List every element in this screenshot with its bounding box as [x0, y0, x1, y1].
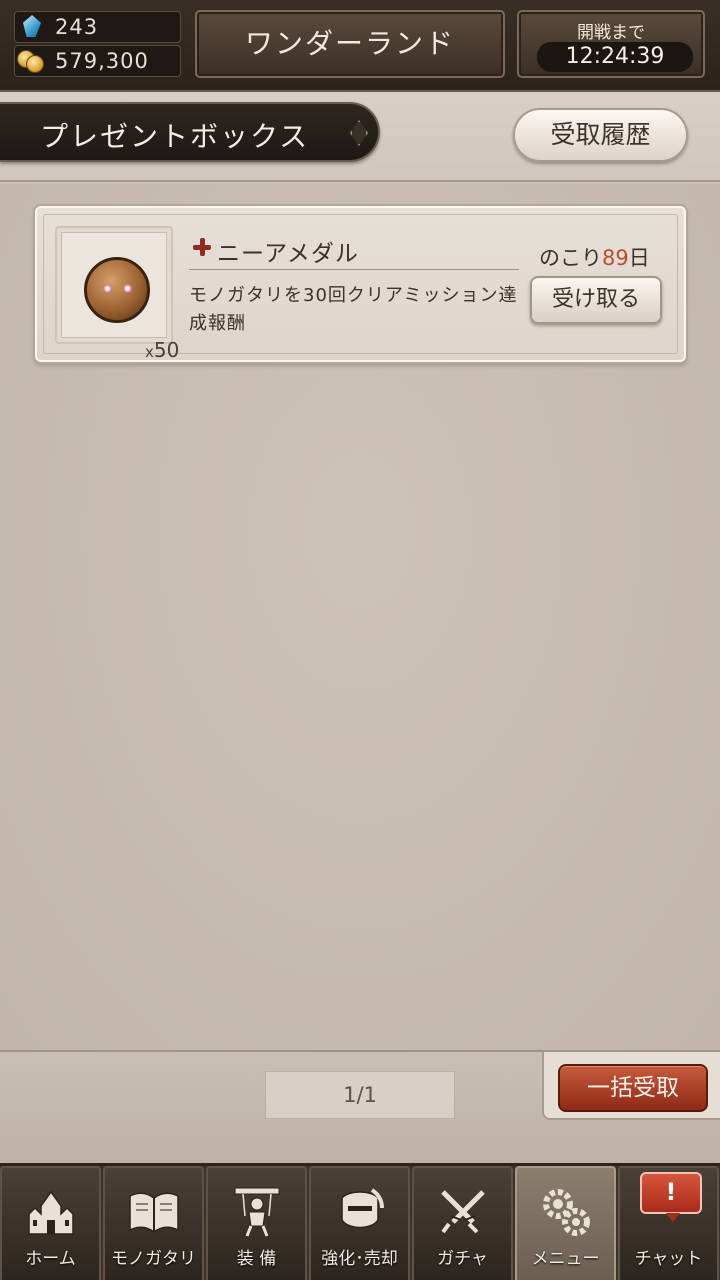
top-status-bar: 243 579,300 ワンダーランド 開戦まで 12:24:39	[0, 0, 720, 92]
nav-equipment[interactable]: 装 備	[206, 1166, 307, 1280]
crossed-swords-icon	[440, 1190, 485, 1234]
gift-item: x50 ニーアメダル モノガタリを30回クリアミッション達成報酬 のこり89日 …	[35, 206, 686, 362]
page-title: プレゼントボックス	[40, 120, 310, 153]
page-title-plate: プレゼントボックス	[0, 102, 380, 162]
title-bar: プレゼントボックス 受取履歴	[0, 92, 720, 182]
pagination-bar: 1/1 一括受取	[0, 1050, 720, 1163]
coin-icon	[17, 50, 47, 74]
knight-helmet-icon	[340, 1188, 384, 1229]
item-description: モノガタリを30回クリアミッション達成報酬	[189, 285, 518, 334]
nav-gacha-label: ガチャ	[437, 1249, 488, 1269]
nav-home[interactable]: ホーム	[0, 1166, 101, 1280]
gift-list: x50 ニーアメダル モノガタリを30回クリアミッション達成報酬 のこり89日 …	[0, 184, 720, 1050]
bulk-receive-container: 一括受取	[542, 1052, 720, 1120]
castle-icon	[27, 1190, 74, 1235]
gem-count: 243	[55, 15, 99, 39]
world-button[interactable]: ワンダーランド	[195, 10, 505, 78]
nav-menu[interactable]: メニュー	[515, 1166, 616, 1280]
nav-equipment-label: 装 備	[236, 1249, 277, 1269]
nav-chat[interactable]: ! チャット	[618, 1166, 719, 1280]
nav-story[interactable]: モノガタリ	[103, 1166, 204, 1280]
nav-menu-label: メニュー	[531, 1249, 600, 1269]
nav-enhance-sell-label: 強化･売却	[321, 1249, 398, 1269]
medal-eye-right	[123, 284, 132, 293]
item-name-row: ニーアメダル	[189, 234, 519, 270]
book-icon	[128, 1192, 179, 1233]
gem-icon	[23, 15, 41, 37]
battle-countdown-label: 開戦まで	[577, 23, 645, 43]
medal-eye-left	[103, 284, 112, 293]
item-icon-frame: x50	[55, 226, 179, 362]
receive-history-button[interactable]: 受取履歴	[513, 108, 688, 162]
rarity-cross-icon	[193, 238, 211, 256]
nav-home-label: ホーム	[25, 1249, 76, 1269]
diamond-ornament-icon	[350, 120, 368, 146]
remaining-days-value: 89	[602, 246, 629, 270]
nav-enhance-sell[interactable]: 強化･売却	[309, 1166, 410, 1280]
nav-gacha[interactable]: ガチャ	[412, 1166, 513, 1280]
page-indicator: 1/1	[265, 1071, 455, 1119]
coin-count: 579,300	[55, 49, 149, 73]
nier-medal-icon	[84, 257, 150, 323]
bulk-receive-button[interactable]: 一括受取	[558, 1064, 708, 1112]
battle-countdown-timer: 12:24:39	[537, 42, 693, 72]
item-quantity: x50	[145, 338, 180, 362]
receive-button[interactable]: 受け取る	[530, 276, 662, 324]
chat-alert-icon: !	[640, 1172, 702, 1222]
gears-icon	[542, 1189, 590, 1236]
bottom-nav: ホーム モノガタリ 装 備 強化･売却 ガチャ メニュー ! チャット	[0, 1163, 720, 1280]
item-name: ニーアメダル	[217, 241, 359, 267]
puppet-icon	[234, 1187, 279, 1237]
remaining-days: のこり89日	[539, 246, 650, 270]
coin-counter: 579,300	[14, 45, 181, 77]
gem-counter: 243	[14, 11, 181, 43]
nav-story-label: モノガタリ	[111, 1249, 196, 1269]
nav-chat-label: チャット	[634, 1249, 703, 1269]
battle-countdown[interactable]: 開戦まで 12:24:39	[517, 10, 705, 78]
